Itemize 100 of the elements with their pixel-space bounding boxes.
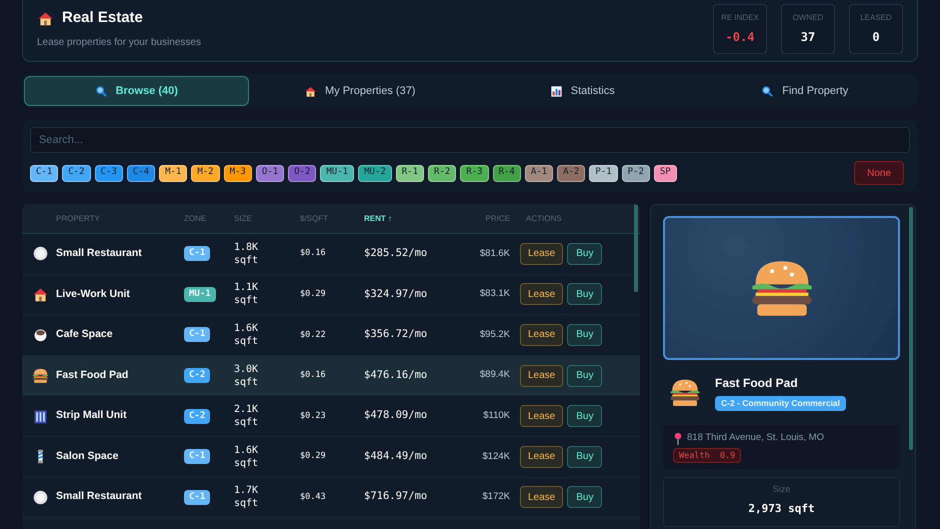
stat-value: 37: [800, 28, 816, 46]
stat-value: 2,973 sqft: [748, 500, 815, 517]
rent-cell-text: $476.16/mo: [364, 368, 428, 383]
property-title: Fast Food Pad: [715, 375, 799, 392]
buy-button[interactable]: Buy: [567, 405, 602, 428]
zone-filter-chip[interactable]: C-3: [94, 164, 123, 182]
search-field[interactable]: Search...: [30, 127, 910, 153]
scrollbar[interactable]: [634, 204, 638, 292]
none-button[interactable]: None: [854, 161, 904, 185]
price-per-sqft-cell-text: $0.29: [300, 450, 327, 464]
bar-chart-icon: [550, 84, 563, 98]
zone-filter-chip[interactable]: A-2: [557, 164, 586, 182]
rent-cell-text: $484.49/mo: [364, 448, 428, 464]
zone-filter-chip[interactable]: R-4: [492, 164, 521, 182]
pin-icon: [673, 432, 683, 445]
zone-badge: C-2 - Community Commercial: [715, 396, 846, 411]
tab[interactable]: My Properties (37): [248, 76, 471, 106]
buy-button[interactable]: Buy: [567, 242, 602, 265]
plate-icon: [32, 245, 49, 262]
zone-filter-chip[interactable]: C-4: [126, 164, 156, 182]
price-per-sqft-cell-text: $0.16: [300, 247, 327, 260]
size-cell-text: 1.1K sqft: [234, 281, 260, 308]
column-header[interactable]: RENT ↑: [364, 212, 452, 224]
zone-filter-chip[interactable]: P-2: [622, 164, 650, 182]
price-cell-text: $95.2K: [478, 328, 511, 342]
zone-filter-chip[interactable]: M-2: [191, 164, 220, 182]
size-cell-text: 1.6K sqft: [234, 322, 260, 348]
zone-badge: C-2: [184, 368, 210, 384]
buy-button[interactable]: Buy: [567, 324, 602, 346]
zone-filter-chip[interactable]: MU-1: [320, 164, 354, 182]
price-per-sqft-cell-text: $0.22: [300, 328, 327, 342]
size-cell-text: 3.0K sqft: [234, 362, 260, 389]
stat-label: LEASED: [860, 12, 892, 24]
zone-badge: C-1: [184, 449, 210, 464]
price-per-sqft-cell-text: $0.16: [300, 369, 327, 382]
zone-badge: C-1: [184, 490, 210, 505]
price-cell-text: $81.6K: [478, 246, 511, 261]
lease-button[interactable]: Lease: [520, 446, 564, 468]
tab[interactable]: Find Property: [694, 76, 916, 106]
zone-filter-chip[interactable]: R-3: [460, 164, 489, 182]
scrollbar[interactable]: [909, 207, 913, 450]
property-name: Small Restaurant: [56, 246, 143, 261]
rent-cell-text: $324.97/mo: [364, 286, 428, 302]
price-cell-text: $172K: [482, 490, 511, 504]
price-per-sqft-cell-text: $0.43: [300, 490, 327, 504]
zone-badge: C-1: [184, 246, 210, 262]
page-subtitle: Lease properties for your businesses: [37, 36, 201, 50]
price-per-sqft-cell-text: $0.23: [300, 410, 327, 423]
zone-filter-chip[interactable]: A-1: [524, 164, 554, 182]
property-name: Fast Food Pad: [56, 368, 130, 383]
search-icon: [761, 84, 774, 98]
stat-value: -0.4: [726, 28, 754, 46]
search-icon: [94, 84, 108, 98]
house-icon: [304, 84, 317, 98]
burger-icon: [669, 378, 701, 407]
property-name: Salon Space: [56, 448, 120, 464]
zone-filter-chip[interactable]: P-1: [589, 164, 618, 182]
size-cell-text: 1.6K sqft: [234, 444, 260, 470]
zone-badge: MU-1: [184, 286, 216, 302]
zone-filter-chip[interactable]: C-1: [30, 164, 58, 182]
buy-button[interactable]: Buy: [567, 364, 602, 387]
lease-button[interactable]: Lease: [520, 324, 564, 346]
size-cell-text: 1.8K sqft: [234, 240, 260, 267]
price-cell-text: $83.1K: [478, 287, 511, 302]
stat-value: 0: [872, 28, 880, 46]
price-per-sqft-cell-text: $0.29: [300, 288, 327, 301]
zone-filter-chip[interactable]: M-3: [224, 164, 252, 182]
zone-filter-chip[interactable]: C-2: [62, 164, 91, 182]
zone-filter-chip[interactable]: SP: [654, 164, 677, 182]
lease-button[interactable]: Lease: [520, 405, 564, 428]
table-row[interactable]: Fast Food Pad C-2 3.0K sqft $0.16 $476.16/mo $89.4K Lease Buy: [22, 356, 640, 396]
address-text: 818 Third Avenue, St. Louis, MO: [687, 431, 824, 445]
stat-label: Size: [772, 483, 790, 496]
zone-filter-chip[interactable]: O-1: [256, 164, 284, 182]
rent-cell-text: $356.72/mo: [364, 327, 428, 342]
property-name: Live-Work Unit: [56, 286, 131, 302]
property-name: Strip Mall Unit: [56, 408, 128, 424]
zone-filter-chip[interactable]: M-1: [159, 164, 188, 182]
rent-cell-text: $478.09/mo: [364, 408, 428, 424]
lease-button[interactable]: Lease: [520, 364, 564, 387]
plate-icon: [32, 488, 49, 506]
buy-button[interactable]: Buy: [567, 446, 602, 468]
zone-filter-chip[interactable]: R-2: [428, 164, 456, 182]
table-row[interactable]: Live-Work Unit MU-1 1.1K sqft $0.29 $324.97/mo $83.1K Lease Buy: [22, 274, 640, 316]
buy-button[interactable]: Buy: [567, 283, 602, 306]
price-cell-text: $110K: [482, 409, 511, 424]
zone-filter-chip[interactable]: R-1: [396, 164, 424, 182]
tab[interactable]: Statistics: [471, 76, 694, 106]
table-row[interactable]: Small Restaurant C-1 1.7K sqft $0.43 $716.97/mo $172K Lease Buy: [22, 478, 640, 518]
price-cell-text: $124K: [482, 450, 511, 464]
stat-label: OWNED: [792, 12, 824, 24]
lease-button[interactable]: Lease: [520, 283, 564, 306]
zone-filter-chip[interactable]: MU-2: [358, 164, 392, 182]
tab[interactable]: Browse (40): [24, 76, 248, 106]
rent-cell-text: $716.97/mo: [364, 489, 428, 504]
page-title: Real Estate: [62, 8, 143, 28]
building-icon: [32, 408, 49, 425]
buy-button[interactable]: Buy: [567, 486, 602, 508]
lease-button[interactable]: Lease: [520, 242, 564, 265]
lease-button[interactable]: Lease: [520, 486, 564, 508]
